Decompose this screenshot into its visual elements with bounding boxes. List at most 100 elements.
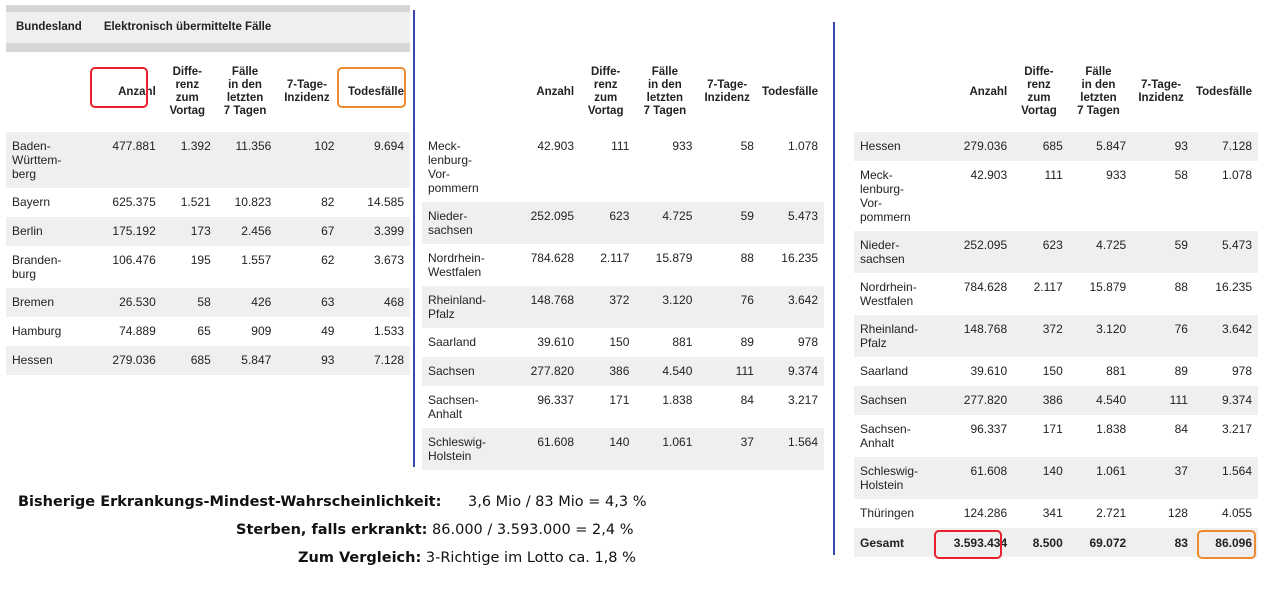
bottom-line-2: Sterben, falls erkrankt: 86.000 / 3.593.… (236, 522, 634, 538)
row-name: Gesamt (854, 528, 932, 557)
table-row: Bremen 26.530 58 426 63 468 (6, 288, 410, 317)
cell-tod: 1.564 (757, 428, 824, 470)
table-row: Hessen 279.036 685 5.847 93 7.128 (854, 132, 1258, 161)
cell-faelle7: 933 (1106, 168, 1127, 182)
cell-faelle7: 933 (672, 139, 693, 153)
cell-diff: 8.500 (1011, 528, 1067, 557)
table-row: Sachsen 277.820 386 4.540 111 9.374 (854, 386, 1258, 415)
column-header: Anzahl (499, 52, 579, 132)
line1-label: Bisherige Erkrankungs-Mindest-Wahrschein… (18, 494, 442, 510)
cell-inz: 37 (696, 428, 758, 470)
cell-anzahl: 252.095 (499, 202, 579, 244)
cell-inz: 102 (275, 132, 339, 188)
cell-anzahl: 784.628 (530, 251, 575, 265)
cell-inz: 58 (740, 139, 754, 153)
cell-faelle7: 3.120 (633, 286, 697, 328)
cell-diff: 150 (1042, 364, 1063, 378)
cell-inz: 111 (1130, 386, 1192, 415)
cell-anzahl: 279.036 (931, 132, 1012, 161)
cell-diff: 171 (1042, 422, 1063, 436)
cell-diff: 372 (578, 286, 634, 328)
cell-anzahl: 61.608 (931, 457, 1012, 499)
row-name: Schleswig- Holstein (422, 428, 500, 470)
cell-inz: 88 (1174, 280, 1188, 294)
row-name: Nordrhein- Westfalen (860, 280, 917, 308)
cell-diff: 195 (190, 253, 211, 267)
cell-inz: 58 (1174, 168, 1188, 182)
cell-anzahl: 39.610 (537, 335, 575, 349)
table3-body: Hessen 279.036 685 5.847 93 7.128 Meck-lenburg… (854, 132, 1258, 557)
cell-anzahl: 42.903 (970, 168, 1008, 182)
table-row: Rheinland- Pfalz 148.768 372 3.120 76 3.642 (854, 315, 1258, 357)
cell-inz: 49 (321, 324, 335, 338)
cell-anzahl: 106.476 (112, 253, 156, 267)
cell-diff: 2.117 (600, 251, 630, 265)
table-row: Branden-burg 106.476 195 1.557 62 3.673 (6, 246, 410, 288)
cell-tod: 3.217 (1221, 422, 1252, 436)
line2-label: Sterben, falls erkrankt: (236, 522, 428, 538)
cell-tod: 3.217 (787, 393, 818, 407)
cell-diff: 623 (578, 202, 634, 244)
cell-tod: 16.235 (781, 251, 818, 265)
row-name: Rheinland- Pfalz (422, 286, 500, 328)
header-bundesland: Bundesland (6, 12, 86, 43)
cell-anzahl: 148.768 (931, 315, 1012, 357)
cell-diff: 65 (197, 324, 211, 338)
header-blank (422, 52, 500, 132)
cell-faelle7: 2.721 (1096, 506, 1127, 520)
row-name: Rheinland- Pfalz (854, 315, 932, 357)
cell-anzahl: 625.375 (112, 195, 156, 209)
table-row: Nordrhein- Westfalen 784.628 2.117 15.879 88 1… (422, 244, 824, 286)
cell-anzahl: 124.286 (963, 506, 1008, 520)
panel2: Anzahl Diffe-renz zum Vortag Fälle in den letz… (422, 52, 824, 470)
column-header: Anzahl (931, 52, 1012, 132)
row-name: Nordrhein- Westfalen (428, 251, 485, 279)
cell-inz: 62 (321, 253, 335, 267)
row-name: Hessen (854, 132, 932, 161)
cell-inz: 37 (1130, 457, 1192, 499)
cell-diff: 386 (578, 357, 634, 386)
cell-diff: 2.117 (1033, 280, 1063, 294)
cell-anzahl: 252.095 (931, 231, 1012, 273)
cell-faelle7: 5.847 (214, 346, 276, 375)
cell-diff: 140 (578, 428, 634, 470)
cell-tod: 1.533 (373, 324, 404, 338)
cell-tod: 5.473 (757, 202, 824, 244)
cell-faelle7: 69.072 (1066, 528, 1131, 557)
cell-anzahl: 42.903 (537, 139, 575, 153)
row-name: Saarland (428, 335, 477, 349)
cell-tod: 9.374 (1191, 386, 1258, 415)
row-name: Hessen (6, 346, 86, 375)
table1-body: Baden- Württem-berg 477.881 1.392 11.356 102 9… (6, 132, 410, 375)
cell-anzahl: 39.610 (970, 364, 1008, 378)
row-name: Bremen (6, 288, 86, 317)
table3-header-row: Anzahl Diffe-renz zum Vortag Fälle in den letz… (854, 52, 1258, 132)
column-header: Fälle in den letzten 7 Tagen (214, 52, 276, 132)
cell-faelle7: 3.120 (1066, 315, 1131, 357)
cell-tod: 7.128 (1191, 132, 1258, 161)
cell-inz: 93 (1130, 132, 1192, 161)
cell-faelle7: 10.823 (234, 195, 272, 209)
cell-tod: 4.055 (1221, 506, 1252, 520)
cell-inz: 76 (696, 286, 758, 328)
cell-faelle7: 1.061 (633, 428, 697, 470)
table2: Anzahl Diffe-renz zum Vortag Fälle in den letz… (422, 52, 824, 470)
table-row: Saarland 39.610 150 881 89 978 (854, 357, 1258, 386)
table-row: Schleswig- Holstein 61.608 140 1.061 37 1.564 (422, 428, 824, 470)
highlight-gesamt-todesfaelle (1197, 530, 1256, 559)
table-row: Nordrhein- Westfalen 784.628 2.117 15.879 88 1… (854, 273, 1258, 315)
cell-diff: 171 (609, 393, 630, 407)
cell-tod: 9.694 (338, 132, 410, 188)
cell-diff: 140 (1011, 457, 1067, 499)
column-header: Fälle in den letzten 7 Tagen (1066, 52, 1131, 132)
table-row: Sachsen- Anhalt 96.337 171 1.838 84 3.217 (422, 386, 824, 428)
cell-diff: 372 (1011, 315, 1067, 357)
table-row: Hamburg 74.889 65 909 49 1.533 (6, 317, 410, 346)
row-name: Sachsen (422, 357, 500, 386)
cell-diff: 111 (1044, 168, 1063, 182)
cell-inz: 84 (740, 393, 754, 407)
cell-tod: 978 (1231, 364, 1252, 378)
bottom-line-3: Zum Vergleich: 3-Richtige im Lotto ca. 1… (298, 550, 636, 566)
cell-tod: 1.564 (1191, 457, 1258, 499)
row-name: Berlin (6, 217, 86, 246)
